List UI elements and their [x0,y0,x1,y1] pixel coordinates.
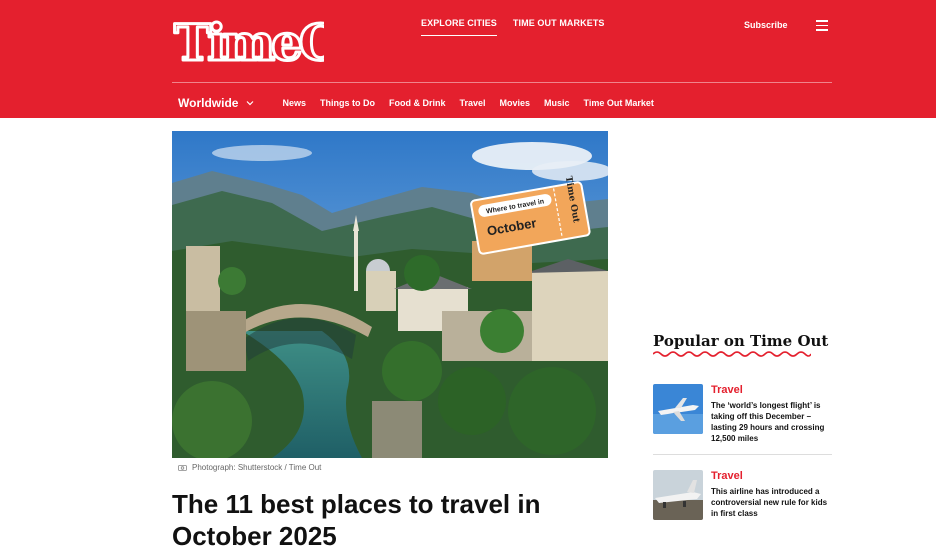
subscribe-link[interactable]: Subscribe [744,20,788,30]
timeout-logo-icon: TimeOut [173,12,325,71]
popular-item-category[interactable]: Travel [711,470,743,482]
caption-text: Photograph: Shutterstock / Time Out [192,463,322,472]
section-things-to-do[interactable]: Things to Do [320,98,375,108]
image-caption: Photograph: Shutterstock / Time Out [178,463,321,472]
popular-item-thumbnail [653,384,703,434]
section-travel[interactable]: Travel [459,98,485,108]
edition-label: Worldwide [178,96,239,110]
svg-text:TimeOut: TimeOut [174,13,324,70]
section-news[interactable]: News [282,98,306,108]
hero-image: Where to travel in October Time Out [172,131,608,458]
site-header: TimeOut EXPLORE CITIES TIME OUT MARKETS … [0,0,936,118]
nav-explore-cities[interactable]: EXPLORE CITIES [421,18,497,36]
section-movies[interactable]: Movies [500,98,531,108]
camera-icon [178,465,187,471]
chevron-down-icon [247,101,254,106]
section-time-out-market[interactable]: Time Out Market [584,98,654,108]
nav-time-out-markets[interactable]: TIME OUT MARKETS [513,18,605,36]
edition-selector[interactable]: Worldwide [178,96,254,110]
header-divider [172,82,832,83]
section-nav: Worldwide News Things to Do Food & Drink… [178,96,668,110]
popular-item[interactable]: Travel The ‘world’s longest flight’ is t… [653,384,833,443]
popular-item-title[interactable]: This airline has introduced a controvers… [711,486,835,519]
article-headline: The 11 best places to travel in October … [172,489,541,546]
popular-item-title[interactable]: The ‘world’s longest flight’ is taking o… [711,400,835,444]
popular-item-category[interactable]: Travel [711,384,743,396]
popular-item[interactable]: Travel This airline has introduced a con… [653,470,833,524]
divider [653,454,832,455]
top-nav: EXPLORE CITIES TIME OUT MARKETS [421,18,605,36]
popular-item-thumbnail [653,470,703,520]
section-music[interactable]: Music [544,98,570,108]
section-food-drink[interactable]: Food & Drink [389,98,446,108]
hamburger-menu-icon[interactable] [816,20,828,31]
timeout-logo[interactable]: TimeOut [172,8,325,71]
popular-heading: Popular on Time Out [653,332,829,350]
wavy-underline [653,351,811,357]
